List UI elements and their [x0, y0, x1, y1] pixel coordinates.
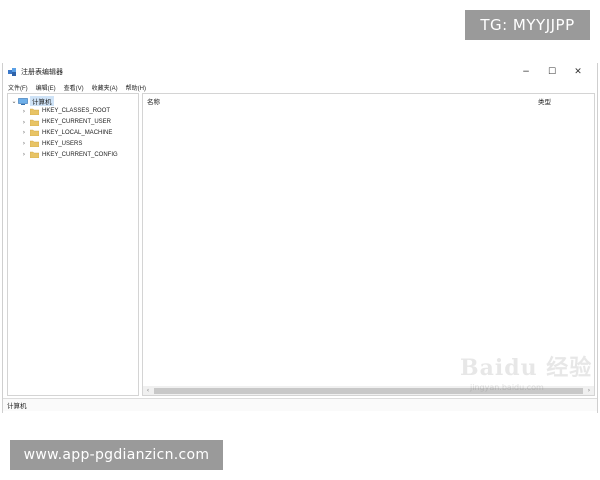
folder-icon	[29, 129, 40, 137]
tree-item-label: HKEY_CLASSES_ROOT	[42, 108, 111, 115]
scroll-left-icon[interactable]: ‹	[143, 386, 153, 395]
tree-item-label: HKEY_LOCAL_MACHINE	[42, 129, 113, 136]
tree-item-hkey-current-config[interactable]: › HKEY_CURRENT_CONFIG	[20, 149, 118, 160]
tree-root-label: 计算机	[30, 96, 54, 106]
column-header-name[interactable]: 名称	[147, 96, 160, 106]
tree-children: › HKEY_CLASSES_ROOT › HKEY_CURRENT_USER …	[20, 106, 118, 160]
tree-item-label: HKEY_CURRENT_CONFIG	[42, 151, 118, 158]
chevron-right-icon[interactable]: ›	[20, 129, 28, 136]
baidu-watermark: Baidu 经验	[460, 355, 593, 381]
baidu-watermark-sub: jingyan.baidu.com	[470, 383, 544, 392]
status-bar: 计算机	[3, 398, 597, 411]
tree-item-hkey-users[interactable]: › HKEY_USERS	[20, 138, 118, 149]
close-button[interactable]: ✕	[565, 63, 591, 81]
menu-edit[interactable]: 编辑(E)	[32, 83, 60, 92]
tree-item-hkey-local-machine[interactable]: › HKEY_LOCAL_MACHINE	[20, 128, 118, 139]
minimize-button[interactable]: −	[513, 63, 539, 81]
chevron-right-icon[interactable]: ›	[20, 140, 28, 147]
menu-bar: 文件(F) 编辑(E) 查看(V) 收藏夹(A) 帮助(H)	[3, 81, 597, 93]
tree-item-label: HKEY_CURRENT_USER	[42, 119, 112, 126]
folder-icon	[29, 108, 40, 116]
window-title: 注册表编辑器	[21, 69, 63, 76]
url-badge: www.app-pgdianzicn.com	[10, 440, 223, 470]
chevron-right-icon[interactable]: ›	[20, 119, 28, 126]
maximize-button[interactable]: ☐	[539, 63, 565, 81]
chevron-right-icon[interactable]: ›	[20, 151, 28, 158]
tree-root-computer[interactable]: ⌄ 计算机	[10, 96, 54, 106]
folder-icon	[29, 151, 40, 159]
chevron-down-icon[interactable]: ⌄	[10, 98, 18, 105]
menu-view[interactable]: 查看(V)	[60, 83, 88, 92]
tree-item-hkey-current-user[interactable]: › HKEY_CURRENT_USER	[20, 117, 118, 128]
tree-item-label: HKEY_USERS	[42, 140, 83, 147]
status-path: 计算机	[7, 403, 27, 410]
menu-help[interactable]: 帮助(H)	[122, 83, 150, 92]
tree-pane[interactable]: ⌄ 计算机 › HKEY_CLASSES_ROOT › HKEY_CURRENT…	[7, 93, 139, 396]
tg-badge: TG: MYYJJPP	[465, 10, 590, 40]
title-bar: 注册表编辑器 − ☐ ✕	[3, 63, 597, 81]
menu-favorites[interactable]: 收藏夹(A)	[88, 83, 122, 92]
registry-app-icon	[8, 67, 17, 77]
chevron-right-icon[interactable]: ›	[20, 108, 28, 115]
folder-icon	[29, 140, 40, 148]
column-header-type[interactable]: 类型	[538, 96, 551, 106]
computer-icon	[18, 97, 28, 105]
tree-item-hkey-classes-root[interactable]: › HKEY_CLASSES_ROOT	[20, 106, 118, 117]
scroll-right-icon[interactable]: ›	[584, 386, 594, 395]
menu-file[interactable]: 文件(F)	[3, 83, 32, 92]
window-controls: − ☐ ✕	[513, 63, 591, 81]
folder-icon	[29, 119, 40, 126]
